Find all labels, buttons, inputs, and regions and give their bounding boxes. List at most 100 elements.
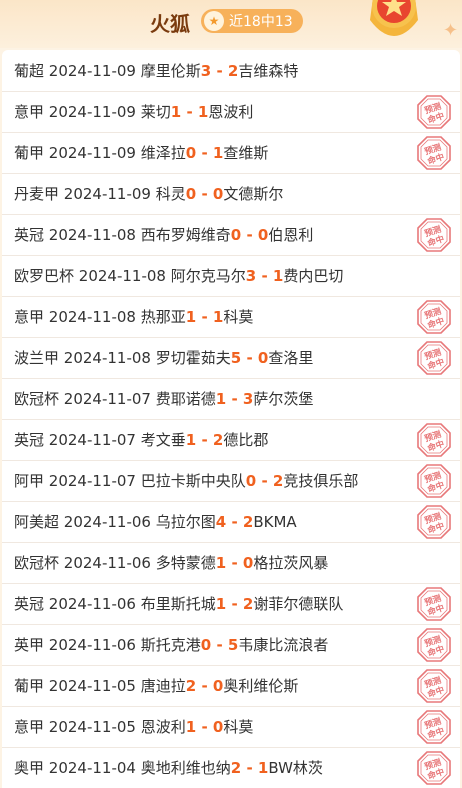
match-text: 葡甲 2024-11-09 维泽拉0 - 1查维斯 — [14, 142, 268, 163]
match-date: 2024-11-06 — [63, 554, 151, 572]
away-team: 查维斯 — [223, 144, 269, 162]
home-score: 1 — [215, 554, 227, 572]
match-league: 意甲 — [14, 103, 45, 121]
match-row[interactable]: 英甲 2024-11-06 斯托克港0 - 5韦康比流浪者 预测 命中 — [2, 624, 460, 666]
match-text: 意甲 2024-11-09 莱切1 - 1恩波利 — [14, 101, 253, 122]
match-row[interactable]: 英冠 2024-11-08 西布罗姆维奇0 - 0伯恩利 预测 命中 — [2, 214, 460, 256]
away-team: 谢菲尔德联队 — [253, 595, 344, 613]
home-team: 唐迪拉 — [140, 677, 186, 695]
score-separator: - — [241, 349, 258, 367]
away-team: 竞技俱乐部 — [283, 472, 359, 490]
match-row[interactable]: 奥甲 2024-11-04 奥地利维也纳2 - 1BW林茨 预测 命中 — [2, 747, 460, 788]
match-date: 2024-11-07 — [48, 431, 136, 449]
match-row[interactable]: 阿甲 2024-11-07 巴拉卡斯中央队0 - 2竞技俱乐部 预测 命中 — [2, 460, 460, 502]
home-team: 布里斯托城 — [140, 595, 216, 613]
home-team: 罗切霍茹夫 — [155, 349, 231, 367]
match-date: 2024-11-05 — [48, 718, 136, 736]
match-row[interactable]: 英冠 2024-11-07 考文垂1 - 2德比郡 预测 命中 — [2, 419, 460, 461]
away-team: 费内巴切 — [283, 267, 344, 285]
home-score: 0 — [185, 144, 197, 162]
match-row[interactable]: 英冠 2024-11-06 布里斯托城1 - 2谢菲尔德联队 预测 命中 — [2, 583, 460, 625]
star-icon: ★ — [204, 11, 224, 31]
score-separator: - — [181, 103, 198, 121]
away-team: 德比郡 — [223, 431, 269, 449]
away-team: BKMA — [253, 513, 297, 531]
match-row[interactable]: 欧罗巴杯 2024-11-08 阿尔克马尔3 - 1费内巴切 — [2, 255, 460, 297]
match-text: 欧冠杯 2024-11-07 费耶诺德1 - 3萨尔茨堡 — [14, 388, 313, 409]
match-row[interactable]: 意甲 2024-11-09 莱切1 - 1恩波利 预测 命中 — [2, 91, 460, 133]
home-team: 奥地利维也纳 — [140, 759, 231, 777]
match-text: 阿甲 2024-11-07 巴拉卡斯中央队0 - 2竞技俱乐部 — [14, 470, 358, 491]
match-text: 英甲 2024-11-06 斯托克港0 - 5韦康比流浪者 — [14, 634, 328, 655]
away-score: 0 — [212, 677, 224, 695]
match-text: 英冠 2024-11-06 布里斯托城1 - 2谢菲尔德联队 — [14, 593, 343, 614]
match-row[interactable]: 阿美超 2024-11-06 乌拉尔图4 - 2BKMA 预测 命中 — [2, 501, 460, 543]
match-text: 奥甲 2024-11-04 奥地利维也纳2 - 1BW林茨 — [14, 757, 323, 778]
match-date: 2024-11-08 — [48, 226, 136, 244]
home-team: 巴拉卡斯中央队 — [140, 472, 246, 490]
match-text: 英冠 2024-11-07 考文垂1 - 2德比郡 — [14, 429, 268, 450]
match-league: 葡甲 — [14, 144, 45, 162]
match-league: 英甲 — [14, 636, 45, 654]
match-row[interactable]: 葡超 2024-11-09 摩里伦斯3 - 2吉维森特 — [2, 50, 460, 92]
home-team: 阿尔克马尔 — [170, 267, 246, 285]
home-team: 恩波利 — [140, 718, 186, 736]
away-team: 奥利维伦斯 — [223, 677, 299, 695]
score-separator: - — [196, 718, 213, 736]
prediction-hit-stamp-icon: 预测命中 — [417, 669, 451, 703]
match-date: 2024-11-07 — [48, 472, 136, 490]
match-text: 英冠 2024-11-08 西布罗姆维奇0 - 0伯恩利 — [14, 224, 313, 245]
away-score: 0 — [257, 226, 269, 244]
medal-icon — [370, 0, 418, 36]
match-date: 2024-11-08 — [63, 349, 151, 367]
away-score: 1 — [212, 308, 224, 326]
home-score: 5 — [230, 349, 242, 367]
match-league: 阿美超 — [14, 513, 60, 531]
match-text: 意甲 2024-11-08 热那亚1 - 1科莫 — [14, 306, 253, 327]
away-team: 科莫 — [223, 718, 254, 736]
home-score: 1 — [185, 308, 197, 326]
match-league: 英冠 — [14, 595, 45, 613]
match-league: 奥甲 — [14, 759, 45, 777]
match-date: 2024-11-09 — [48, 103, 136, 121]
home-team: 科灵 — [155, 185, 186, 203]
prediction-hit-stamp-icon: 预测命中 — [417, 136, 451, 170]
match-row[interactable]: 葡甲 2024-11-09 维泽拉0 - 1查维斯 预测 命中 — [2, 132, 460, 174]
home-score: 1 — [215, 595, 227, 613]
match-text: 意甲 2024-11-05 恩波利1 - 0科莫 — [14, 716, 253, 737]
match-date: 2024-11-05 — [48, 677, 136, 695]
match-row[interactable]: 意甲 2024-11-08 热那亚1 - 1科莫 预测 命中 — [2, 296, 460, 338]
away-score: 0 — [242, 554, 254, 572]
sparkle-icon: ✦ — [443, 20, 459, 41]
away-team: 韦康比流浪者 — [238, 636, 329, 654]
match-row[interactable]: 波兰甲 2024-11-08 罗切霍茹夫5 - 0查洛里 预测 命中 — [2, 337, 460, 379]
hit-rate-text: 近18中13 — [229, 14, 293, 30]
score-separator: - — [196, 677, 213, 695]
match-date: 2024-11-04 — [48, 759, 136, 777]
away-score: 3 — [242, 390, 254, 408]
away-team: 查洛里 — [268, 349, 314, 367]
home-score: 2 — [230, 759, 242, 777]
prediction-hit-stamp-icon: 预测命中 — [417, 423, 451, 457]
prediction-hit-stamp-icon: 预测命中 — [417, 341, 451, 375]
prediction-hit-stamp-icon: 预测命中 — [417, 95, 451, 129]
match-row[interactable]: 意甲 2024-11-05 恩波利1 - 0科莫 预测 命中 — [2, 706, 460, 748]
away-team: 吉维森特 — [238, 62, 299, 80]
score-separator: - — [196, 185, 213, 203]
prediction-hit-stamp-icon: 预测命中 — [417, 628, 451, 662]
home-score: 1 — [185, 718, 197, 736]
home-team: 摩里伦斯 — [140, 62, 201, 80]
match-date: 2024-11-06 — [48, 636, 136, 654]
match-league: 葡超 — [14, 62, 45, 80]
score-separator: - — [226, 390, 243, 408]
home-score: 1 — [185, 431, 197, 449]
away-score: 2 — [242, 513, 254, 531]
match-row[interactable]: 欧冠杯 2024-11-06 多特蒙德1 - 0格拉茨风暴 — [2, 542, 460, 584]
home-team: 西布罗姆维奇 — [140, 226, 231, 244]
match-row[interactable]: 丹麦甲 2024-11-09 科灵0 - 0文德斯尔 — [2, 173, 460, 215]
prediction-hit-stamp-icon: 预测命中 — [417, 464, 451, 498]
match-row[interactable]: 欧冠杯 2024-11-07 费耶诺德1 - 3萨尔茨堡 — [2, 378, 460, 420]
home-team: 热那亚 — [140, 308, 186, 326]
match-row[interactable]: 葡甲 2024-11-05 唐迪拉2 - 0奥利维伦斯 预测 命中 — [2, 665, 460, 707]
match-league: 意甲 — [14, 718, 45, 736]
